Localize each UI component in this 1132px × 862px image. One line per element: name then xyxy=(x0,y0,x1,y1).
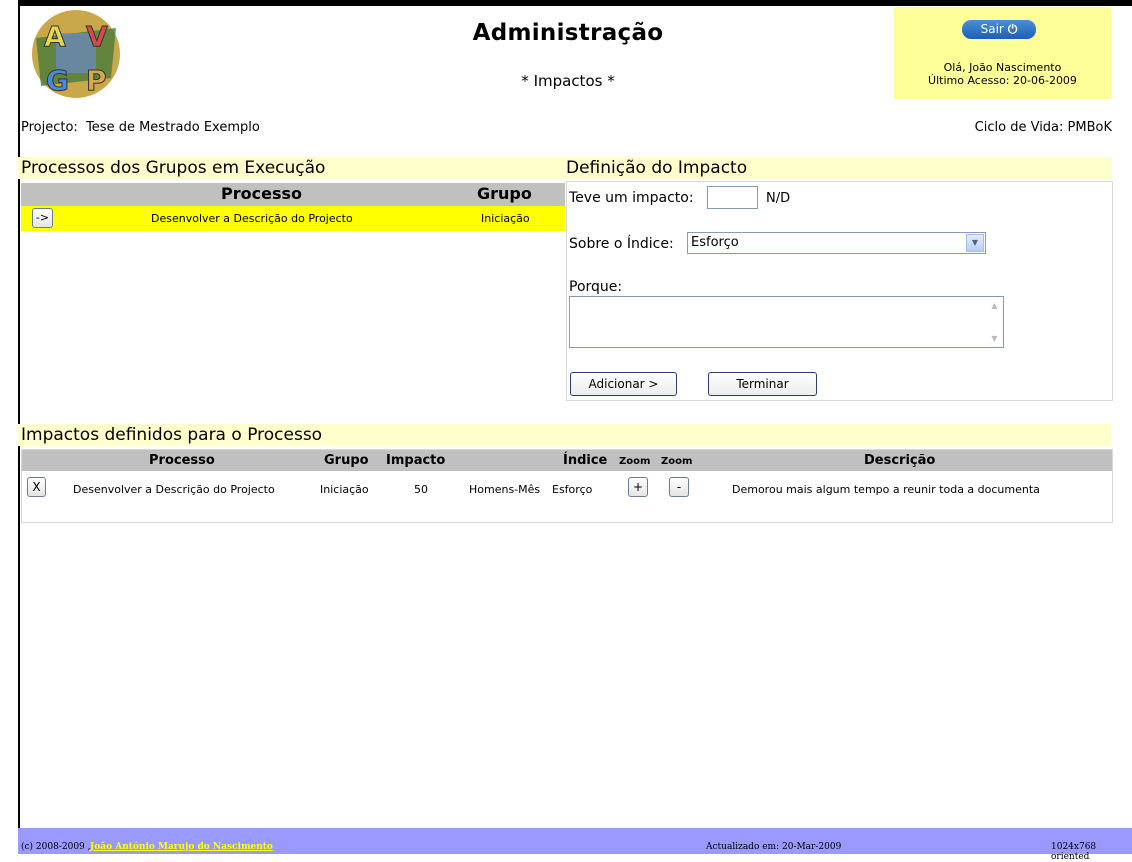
impact-unit: N/D xyxy=(766,191,791,206)
col-group-header: Grupo xyxy=(324,453,369,468)
scroll-up-icon[interactable]: ▲ xyxy=(987,298,1002,313)
impact-unit: Homens-Mês xyxy=(469,483,541,496)
processes-section-title: Processos dos Grupos em Execução xyxy=(18,157,565,179)
greeting-text: Olá, João Nascimento xyxy=(943,61,1062,74)
impacts-table-header: Processo Grupo Impacto Índice Zoom Zoom … xyxy=(22,450,1112,471)
footer: (c) 2008-2009 , João António Marujo do N… xyxy=(18,828,1132,862)
table-row: -> Desenvolver a Descrição do Projecto I… xyxy=(21,206,565,231)
project-name: Tese de Mestrado Exemplo xyxy=(86,120,260,135)
lifecycle-info: Ciclo de Vida: PMBoK xyxy=(975,120,1112,135)
processes-table: Processo Grupo -> Desenvolver a Descriçã… xyxy=(21,183,565,231)
impact-index: Esforço xyxy=(552,483,593,496)
zoom-out-button[interactable]: - xyxy=(669,477,689,497)
power-icon: ⏻ xyxy=(1007,22,1018,36)
impacts-section-title: Impactos definidos para o Processo xyxy=(18,424,1111,446)
impact-definition-title: Definição do Impacto xyxy=(563,157,1112,179)
process-name: Desenvolver a Descrição do Projecto xyxy=(151,212,353,225)
footer-resolution: 1024x768 oriented xyxy=(1051,842,1097,862)
logout-label: Sair xyxy=(980,22,1004,36)
process-group: Iniciação xyxy=(481,212,530,225)
col-description-header: Descrição xyxy=(864,453,936,468)
footer-updated: Actualizado em: 20-Mar-2009 xyxy=(706,842,842,852)
col-zoom-in-header: Zoom xyxy=(619,456,651,467)
processes-table-header: Processo Grupo xyxy=(21,183,565,206)
col-process-header: Processo xyxy=(221,184,302,203)
zoom-in-button[interactable]: + xyxy=(628,477,648,497)
col-index-header: Índice xyxy=(563,453,608,468)
lifecycle-value: PMBoK xyxy=(1067,120,1112,135)
scroll-down-icon[interactable]: ▼ xyxy=(987,331,1002,346)
top-border xyxy=(18,0,1132,6)
logout-button[interactable]: Sair ⏻ xyxy=(962,20,1036,39)
user-panel: Sair ⏻ Olá, João Nascimento Último Acesso… xyxy=(894,7,1111,99)
index-label: Sobre o Índice: xyxy=(569,236,674,252)
impact-value-input[interactable] xyxy=(707,186,758,209)
col-impact-header: Impacto xyxy=(386,453,446,468)
page-frame: A V G P Administração * Impactos * Sair ⏻… xyxy=(18,0,1132,862)
col-group-header: Grupo xyxy=(477,184,532,203)
user-greeting: Olá, João Nascimento Último Acesso: 20-0… xyxy=(894,61,1111,87)
impact-definition-form: Teve um impacto: N/D Sobre o Índice: Esf… xyxy=(566,181,1113,401)
footer-author-link[interactable]: João António Marujo do Nascimento xyxy=(90,842,273,852)
impact-process: Desenvolver a Descrição do Projecto xyxy=(73,483,275,496)
col-process-header: Processo xyxy=(149,453,215,468)
index-select[interactable]: Esforço ▼ xyxy=(687,232,986,254)
finish-button[interactable]: Terminar xyxy=(708,372,817,396)
last-access-text: Último Acesso: 20-06-2009 xyxy=(928,74,1077,87)
impacts-table: Processo Grupo Impacto Índice Zoom Zoom … xyxy=(21,449,1113,523)
lifecycle-label: Ciclo de Vida: xyxy=(974,120,1064,135)
add-impact-button[interactable]: Adicionar > xyxy=(570,372,677,396)
chevron-down-icon[interactable]: ▼ xyxy=(966,234,984,252)
project-label: Projecto: xyxy=(21,120,78,135)
impact-description: Demorou mais algum tempo a reunir toda a… xyxy=(732,483,1040,496)
impact-group: Iniciação xyxy=(320,483,369,496)
reason-textarea[interactable]: ▲ ▼ xyxy=(569,296,1004,348)
col-zoom-out-header: Zoom xyxy=(661,456,693,467)
reason-label: Porque: xyxy=(569,279,623,295)
select-process-button[interactable]: -> xyxy=(32,208,53,228)
delete-impact-button[interactable]: X xyxy=(27,477,46,497)
footer-copyright: (c) 2008-2009 , xyxy=(21,842,91,852)
had-impact-label: Teve um impacto: xyxy=(569,190,694,206)
index-select-value: Esforço xyxy=(691,235,739,250)
impact-value: 50 xyxy=(414,483,428,496)
project-info: Projecto: Tese de Mestrado Exemplo xyxy=(21,120,260,135)
